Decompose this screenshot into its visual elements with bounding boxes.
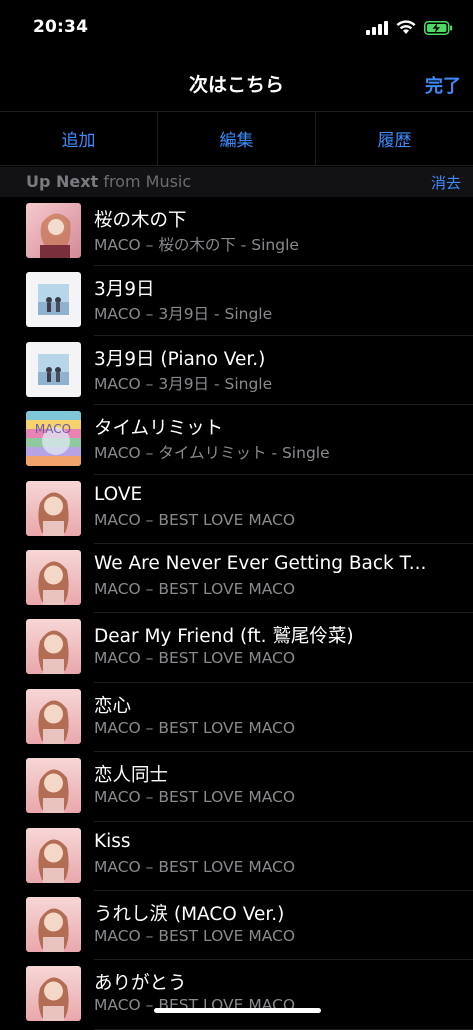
song-row[interactable]: We Are Never Ever Getting Back T... MACO … [0, 544, 473, 614]
album-art: MACO [26, 411, 81, 467]
album-art [26, 272, 81, 328]
song-title: Kiss [94, 830, 131, 852]
clear-button[interactable]: 消去 [431, 172, 461, 193]
song-row[interactable]: 恋人同士 MACO – BEST LOVE MACO [0, 752, 473, 822]
song-title: 桜の木の下 [94, 210, 187, 231]
song-title: ありがとう [94, 973, 187, 995]
song-subtitle: MACO – 3月9日 - Single [94, 374, 273, 393]
status-bar: 20:34 [0, 0, 473, 58]
song-subtitle: MACO – BEST LOVE MACO [94, 857, 296, 876]
song-subtitle: MACO – BEST LOVE MACO [94, 718, 296, 737]
album-art [26, 966, 81, 1022]
album-art [26, 549, 81, 605]
history-button[interactable]: 履歴 [315, 112, 473, 165]
song-row[interactable]: Kiss MACO – BEST LOVE MACO [0, 822, 473, 892]
album-art [26, 827, 81, 883]
song-subtitle: MACO – 桜の木の下 - Single [94, 236, 299, 254]
song-title: うれし涙 (MACO Ver.) [94, 903, 285, 925]
song-subtitle: MACO – タイムリミット - Single [94, 444, 330, 463]
song-row[interactable]: 桜の木の下 MACO – 桜の木の下 - Single [0, 197, 473, 267]
song-list: 桜の木の下 MACO – 桜の木の下 - Single 3月9日 MACO – 3月9… [0, 197, 473, 1030]
song-row[interactable]: うれし涙 (MACO Ver.) MACO – BEST LOVE MACO [0, 891, 473, 961]
navigation-bar: 次はこちら 完了 [0, 58, 473, 112]
song-title: タイムリミット [94, 418, 224, 440]
song-subtitle: MACO – BEST LOVE MACO [94, 510, 296, 529]
signal-icon [366, 20, 388, 35]
song-row[interactable]: 恋心 MACO – BEST LOVE MACO [0, 683, 473, 753]
up-next-header: Up Next from Music 消去 [0, 167, 473, 197]
status-icons [366, 20, 453, 35]
album-art [26, 203, 81, 258]
song-title: LOVE [94, 483, 143, 505]
done-button[interactable]: 完了 [425, 72, 461, 98]
song-row[interactable]: Dear My Friend (ft. 鷲尾伶菜) MACO – BEST LOV… [0, 613, 473, 684]
song-row[interactable]: 3月9日 (Piano Ver.) MACO – 3月9日 - Single [0, 336, 473, 406]
home-indicator[interactable] [154, 1008, 321, 1013]
song-title: 3月9日 (Piano Ver.) [94, 348, 266, 370]
song-title: 恋心 [94, 695, 132, 717]
album-art [26, 341, 81, 397]
song-subtitle: MACO – BEST LOVE MACO [94, 788, 296, 807]
album-art [26, 896, 81, 952]
song-row[interactable]: LOVE MACO – BEST LOVE MACO [0, 475, 473, 545]
song-subtitle: MACO – BEST LOVE MACO [94, 649, 296, 668]
song-row[interactable]: 3月9日 MACO – 3月9日 - Single [0, 266, 473, 337]
song-subtitle: MACO – 3月9日 - Single [94, 305, 273, 324]
status-time: 20:34 [33, 17, 89, 37]
page-title: 次はこちら [188, 74, 284, 96]
album-art [26, 619, 81, 675]
album-art [26, 480, 81, 536]
song-row[interactable]: ありがとう MACO – BEST LOVE MACO [0, 960, 473, 1030]
add-button[interactable]: 追加 [0, 112, 157, 165]
up-next-source: from Music [98, 172, 192, 191]
action-segments: 追加 編集 履歴 [0, 112, 473, 166]
up-next-label: Up Next [26, 172, 99, 191]
song-subtitle: MACO – BEST LOVE MACO [94, 926, 296, 945]
song-title: 3月9日 [94, 279, 155, 301]
song-title: Dear My Friend (ft. 鷲尾伶菜) [94, 626, 354, 648]
song-title: We Are Never Ever Getting Back T... [94, 552, 427, 574]
wifi-icon [396, 20, 416, 34]
battery-charging-icon [424, 20, 453, 35]
song-title: 恋人同士 [94, 765, 169, 787]
up-next-title: Up Next from Music [26, 172, 191, 191]
album-art [26, 758, 81, 814]
song-subtitle: MACO – BEST LOVE MACO [94, 579, 296, 598]
edit-button[interactable]: 編集 [157, 112, 315, 165]
svg-text:MACO: MACO [35, 422, 71, 436]
song-row[interactable]: MACO タイムリミット MACO – タイムリミット - Single [0, 405, 473, 475]
album-art [26, 688, 81, 744]
